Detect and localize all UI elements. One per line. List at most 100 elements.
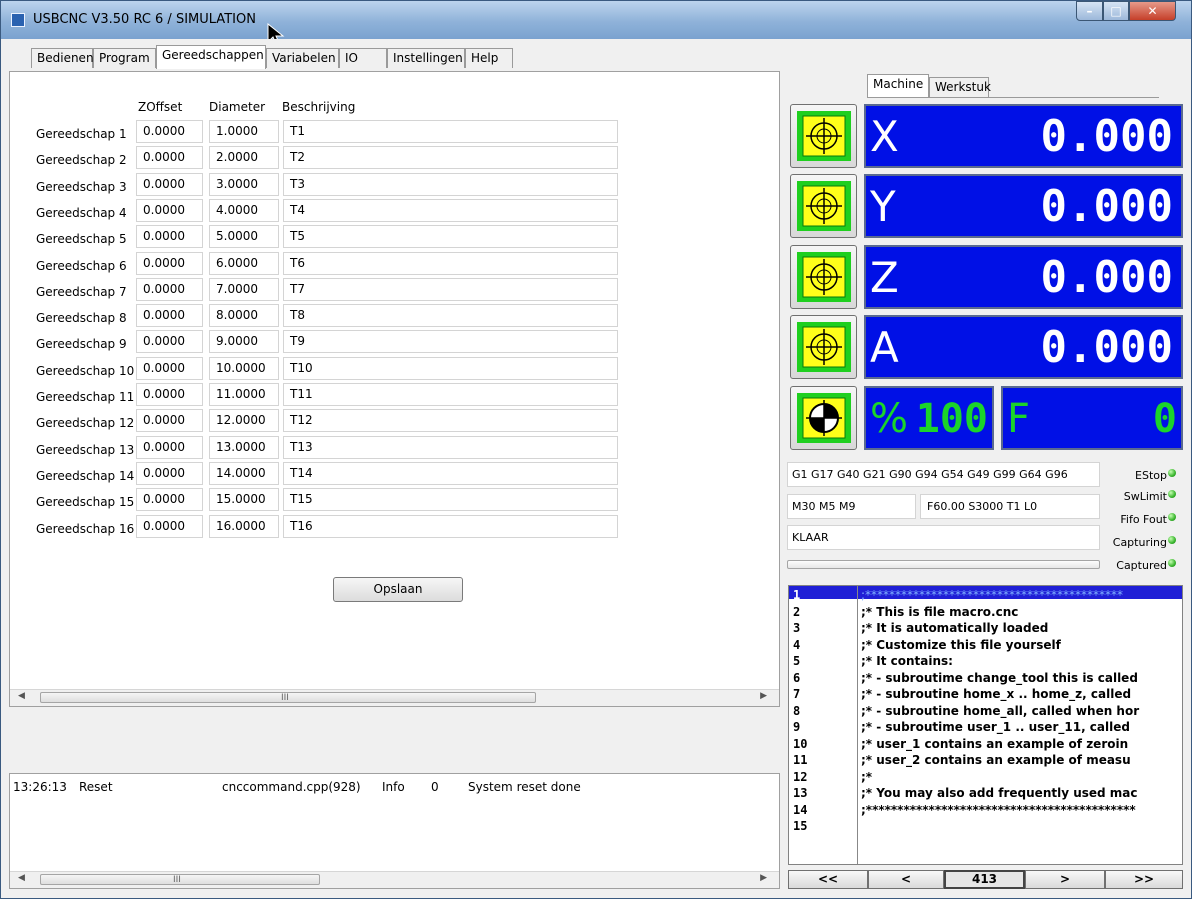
zoffset-field[interactable]: 0.0000 [136, 198, 203, 222]
diameter-field[interactable]: 3.0000 [209, 172, 279, 196]
tab-bedienen[interactable]: Bedienen [31, 48, 94, 68]
description-field[interactable]: T3 [283, 172, 618, 196]
description-field[interactable]: T6 [283, 251, 618, 275]
description-field[interactable]: T8 [283, 304, 618, 328]
zoffset-field[interactable]: 0.0000 [136, 356, 203, 380]
zero-x-button[interactable] [790, 104, 857, 168]
tool-row-label: Gereedschap 9 [36, 337, 127, 352]
diameter-field[interactable]: 14.0000 [209, 461, 279, 485]
zoffset-field[interactable]: 0.0000 [136, 435, 203, 459]
line-number: 14 [793, 802, 808, 817]
diameter-field[interactable]: 10.0000 [209, 356, 279, 380]
tool-row-label: Gereedschap 11 [36, 390, 135, 404]
description-field[interactable]: T12 [283, 409, 618, 433]
description-field[interactable]: T15 [283, 488, 618, 512]
diameter-field[interactable]: 6.0000 [209, 251, 279, 275]
tab-machine[interactable]: Machine [867, 74, 929, 97]
nav-prev-button[interactable]: < [868, 870, 944, 889]
zoffset-field[interactable]: 0.0000 [136, 488, 203, 512]
close-button[interactable]: ✕ [1129, 1, 1176, 21]
description-field[interactable]: T7 [283, 277, 618, 301]
zoffset-field[interactable]: 0.0000 [136, 277, 203, 301]
diameter-field[interactable]: 4.0000 [209, 198, 279, 222]
log-panel: 13:26:13 Reset cnccommand.cpp(928) Info … [9, 773, 780, 889]
zoffset-field[interactable]: 0.0000 [136, 304, 203, 328]
code-line: ;* - subroutime change_tool this is call… [861, 670, 1138, 685]
zero-a-button[interactable] [790, 315, 857, 379]
tab-werkstuk[interactable]: Werkstuk [929, 77, 991, 97]
description-field[interactable]: T11 [283, 383, 618, 406]
dro-a: A 0.000 [864, 315, 1183, 379]
zoffset-field[interactable]: 0.0000 [136, 409, 203, 433]
zoffset-field[interactable]: 0.0000 [136, 514, 203, 538]
diameter-field[interactable]: 11.0000 [209, 383, 279, 406]
home-all-button[interactable] [790, 386, 857, 450]
zoffset-field[interactable]: 0.0000 [136, 120, 203, 143]
diameter-field[interactable]: 15.0000 [209, 488, 279, 512]
tab-help[interactable]: Help [465, 48, 513, 68]
description-field[interactable]: T13 [283, 435, 618, 459]
tab-variabelen[interactable]: Variabelen [266, 48, 339, 68]
tab-instellingen[interactable]: Instellingen [387, 48, 465, 68]
zero-axis-icon [797, 252, 851, 302]
scroll-thumb[interactable]: III [40, 874, 320, 885]
tools-horizontal-scrollbar[interactable]: ◀ III ▶ [10, 689, 779, 706]
tool-row-label: Gereedschap 14 [36, 468, 135, 483]
maximize-button[interactable]: □ [1103, 1, 1129, 21]
diameter-field[interactable]: 8.0000 [209, 304, 279, 328]
log-message: System reset done [468, 780, 581, 794]
status-led-icon [1168, 559, 1176, 567]
diameter-field[interactable]: 9.0000 [209, 330, 279, 354]
log-horizontal-scrollbar[interactable]: ◀ III ▶ [10, 871, 779, 888]
zoffset-field[interactable]: 0.0000 [136, 461, 203, 485]
scroll-thumb[interactable]: III [40, 692, 536, 703]
line-number: 4 [793, 637, 801, 652]
scroll-right-icon[interactable]: ▶ [760, 873, 767, 883]
scroll-right-icon[interactable]: ▶ [760, 691, 767, 701]
scroll-grip: III [173, 875, 181, 885]
log-event: Reset [79, 780, 113, 794]
scroll-left-icon[interactable]: ◀ [18, 873, 25, 883]
description-field[interactable]: T9 [283, 330, 618, 354]
nav-last-button[interactable]: >> [1105, 870, 1183, 889]
zero-axis-icon [797, 111, 851, 161]
zoffset-field[interactable]: 0.0000 [136, 172, 203, 196]
zoffset-field[interactable]: 0.0000 [136, 330, 203, 354]
diameter-field[interactable]: 12.0000 [209, 409, 279, 433]
axis-label: A [870, 323, 899, 372]
line-number: 15 [793, 819, 808, 833]
description-field[interactable]: T10 [283, 356, 618, 380]
description-field[interactable]: T5 [283, 225, 618, 249]
diameter-field[interactable]: 13.0000 [209, 435, 279, 459]
zoffset-field[interactable]: 0.0000 [136, 225, 203, 249]
diameter-field[interactable]: 16.0000 [209, 514, 279, 538]
diameter-field[interactable]: 7.0000 [209, 277, 279, 301]
minimize-button[interactable]: – [1076, 1, 1103, 21]
zoffset-field[interactable]: 0.0000 [136, 383, 203, 406]
zoffset-field[interactable]: 0.0000 [136, 146, 203, 170]
description-field[interactable]: T2 [283, 146, 618, 170]
description-field[interactable]: T1 [283, 120, 618, 143]
feed-value: 0 [1152, 396, 1177, 442]
description-field[interactable]: T14 [283, 461, 618, 485]
status-led-label: Captured [1116, 559, 1167, 572]
zoffset-field[interactable]: 0.0000 [136, 251, 203, 275]
tab-program[interactable]: Program [93, 48, 156, 68]
tool-row-label: Gereedschap 1 [36, 127, 127, 141]
code-view[interactable]: 1 ;**************************************… [788, 585, 1183, 865]
nav-first-button[interactable]: << [788, 870, 868, 889]
zero-z-button[interactable] [790, 245, 857, 309]
zero-y-button[interactable] [790, 174, 857, 238]
title-bar[interactable]: USBCNC V3.50 RC 6 / SIMULATION – □ ✕ [1, 1, 1191, 47]
tab-io[interactable]: IO [339, 48, 387, 68]
save-button[interactable]: Opslaan [333, 577, 463, 602]
gutter-divider [857, 586, 858, 864]
diameter-field[interactable]: 1.0000 [209, 120, 279, 143]
diameter-field[interactable]: 5.0000 [209, 225, 279, 249]
diameter-field[interactable]: 2.0000 [209, 146, 279, 170]
description-field[interactable]: T4 [283, 198, 618, 222]
nav-next-button[interactable]: > [1025, 870, 1105, 889]
description-field[interactable]: T16 [283, 514, 618, 538]
scroll-left-icon[interactable]: ◀ [18, 691, 25, 701]
tab-gereedschappen[interactable]: Gereedschappen [156, 45, 266, 69]
